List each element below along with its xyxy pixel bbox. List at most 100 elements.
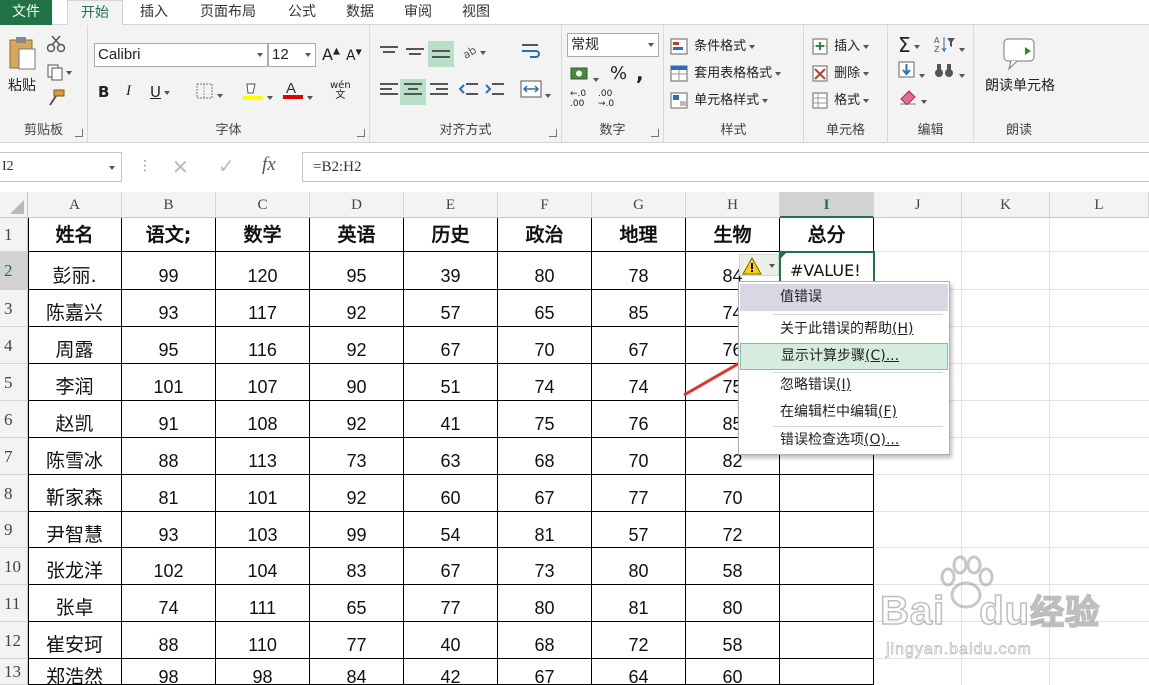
- tab-page-layout[interactable]: 页面布局: [186, 0, 270, 25]
- table-cell[interactable]: 102: [122, 548, 216, 585]
- table-cell[interactable]: 41: [404, 401, 498, 438]
- clear-button[interactable]: [898, 87, 927, 109]
- table-cell[interactable]: 77: [310, 622, 404, 659]
- table-cell[interactable]: 57: [404, 290, 498, 327]
- cancel-icon[interactable]: ✕: [172, 155, 189, 179]
- table-cell[interactable]: 110: [216, 622, 310, 659]
- phonetic-button[interactable]: wén 文: [330, 81, 351, 101]
- table-cell[interactable]: 67: [404, 548, 498, 585]
- align-left-button[interactable]: [378, 81, 400, 103]
- table-cell[interactable]: 113: [216, 438, 310, 475]
- table-cell[interactable]: 42: [404, 659, 498, 685]
- table-cell[interactable]: 88: [122, 438, 216, 475]
- row-header-4[interactable]: 4: [0, 327, 28, 364]
- table-cell[interactable]: 40: [404, 622, 498, 659]
- table-cell[interactable]: 郑浩然: [28, 659, 122, 685]
- font-color-button[interactable]: A: [282, 79, 313, 105]
- table-cell[interactable]: 92: [310, 290, 404, 327]
- table-cell[interactable]: 90: [310, 364, 404, 401]
- column-header-b[interactable]: B: [122, 192, 216, 218]
- table-header-cell[interactable]: 政治: [498, 218, 592, 252]
- table-cell[interactable]: 80: [498, 252, 592, 290]
- column-header-j[interactable]: J: [874, 192, 962, 218]
- table-cell[interactable]: 70: [686, 475, 780, 512]
- increase-decimal-button[interactable]: ←.0.00: [570, 89, 586, 109]
- table-cell[interactable]: 68: [498, 438, 592, 475]
- table-cell[interactable]: 54: [404, 512, 498, 548]
- speak-cells-button[interactable]: 朗读单元格: [982, 37, 1058, 95]
- bold-button[interactable]: B: [98, 83, 109, 101]
- table-cell[interactable]: 108: [216, 401, 310, 438]
- table-cell[interactable]: 92: [310, 475, 404, 512]
- table-cell[interactable]: 78: [592, 252, 686, 290]
- column-header-g[interactable]: G: [592, 192, 686, 218]
- tab-file[interactable]: 文件: [0, 0, 52, 25]
- autosum-button[interactable]: Σ: [898, 33, 920, 57]
- table-cell[interactable]: 73: [498, 548, 592, 585]
- row-header-7[interactable]: 7: [0, 438, 28, 475]
- fill-color-button[interactable]: [242, 81, 273, 105]
- paste-button[interactable]: 粘贴: [4, 35, 40, 95]
- error-indicator-button[interactable]: [739, 254, 779, 276]
- align-right-button[interactable]: [428, 81, 450, 103]
- table-cell[interactable]: 95: [310, 252, 404, 290]
- column-header-k[interactable]: K: [962, 192, 1050, 218]
- accounting-format-button[interactable]: [570, 65, 599, 87]
- comma-button[interactable]: ,: [636, 61, 644, 85]
- wrap-text-button[interactable]: [520, 41, 542, 65]
- table-cell[interactable]: 85: [592, 290, 686, 327]
- table-header-cell[interactable]: 英语: [310, 218, 404, 252]
- alignment-launcher-icon[interactable]: [549, 129, 557, 137]
- table-cell[interactable]: 77: [592, 475, 686, 512]
- table-cell[interactable]: 111: [216, 585, 310, 622]
- font-launcher-icon[interactable]: [357, 129, 365, 137]
- table-cell[interactable]: 81: [498, 512, 592, 548]
- table-cell[interactable]: 104: [216, 548, 310, 585]
- conditional-format-button[interactable]: 条件格式: [670, 35, 756, 56]
- tab-view[interactable]: 视图: [450, 0, 502, 25]
- menu-item-error-options[interactable]: 错误检查选项(O)...: [740, 427, 948, 454]
- font-name-dropdown[interactable]: Calibri: [94, 43, 268, 67]
- table-cell[interactable]: 尹智慧: [28, 512, 122, 548]
- table-cell[interactable]: 73: [310, 438, 404, 475]
- number-format-dropdown[interactable]: 常规: [567, 33, 659, 57]
- table-cell[interactable]: 74: [592, 364, 686, 401]
- format-cells-button[interactable]: 格式: [812, 89, 870, 110]
- underline-button[interactable]: U: [150, 83, 170, 101]
- select-all-button[interactable]: [0, 192, 28, 218]
- table-cell[interactable]: 58: [686, 548, 780, 585]
- table-cell[interactable]: 60: [404, 475, 498, 512]
- format-painter-button[interactable]: [46, 89, 66, 111]
- table-cell[interactable]: 68: [498, 622, 592, 659]
- delete-cells-button[interactable]: 删除: [812, 62, 870, 83]
- table-header-cell[interactable]: 语文;: [122, 218, 216, 252]
- find-select-button[interactable]: [934, 61, 965, 83]
- table-cell[interactable]: [780, 512, 874, 548]
- row-header-13[interactable]: 13: [0, 659, 28, 685]
- row-header-10[interactable]: 10: [0, 548, 28, 585]
- name-box[interactable]: I2: [0, 152, 122, 182]
- table-cell[interactable]: 76: [592, 401, 686, 438]
- table-cell[interactable]: 64: [592, 659, 686, 685]
- tab-home[interactable]: 开始: [67, 0, 123, 26]
- column-header-a[interactable]: A: [28, 192, 122, 218]
- table-cell[interactable]: 60: [686, 659, 780, 685]
- table-cell[interactable]: 84: [310, 659, 404, 685]
- column-header-l[interactable]: L: [1050, 192, 1149, 218]
- table-cell[interactable]: 99: [122, 252, 216, 290]
- table-cell[interactable]: 99: [310, 512, 404, 548]
- table-cell[interactable]: 张龙洋: [28, 548, 122, 585]
- table-header-cell[interactable]: 总分: [780, 218, 874, 252]
- table-cell[interactable]: 103: [216, 512, 310, 548]
- copy-button[interactable]: [46, 63, 74, 85]
- increase-font-button[interactable]: A▲: [322, 45, 340, 64]
- table-cell[interactable]: 67: [498, 475, 592, 512]
- row-header-1[interactable]: 1: [0, 218, 28, 252]
- font-size-dropdown[interactable]: 12: [268, 43, 316, 67]
- row-header-8[interactable]: 8: [0, 475, 28, 512]
- table-cell[interactable]: 116: [216, 327, 310, 364]
- align-middle-button[interactable]: [404, 43, 426, 65]
- table-cell[interactable]: 张卓: [28, 585, 122, 622]
- table-header-cell[interactable]: 生物: [686, 218, 780, 252]
- format-as-table-button[interactable]: 套用表格格式: [670, 62, 782, 83]
